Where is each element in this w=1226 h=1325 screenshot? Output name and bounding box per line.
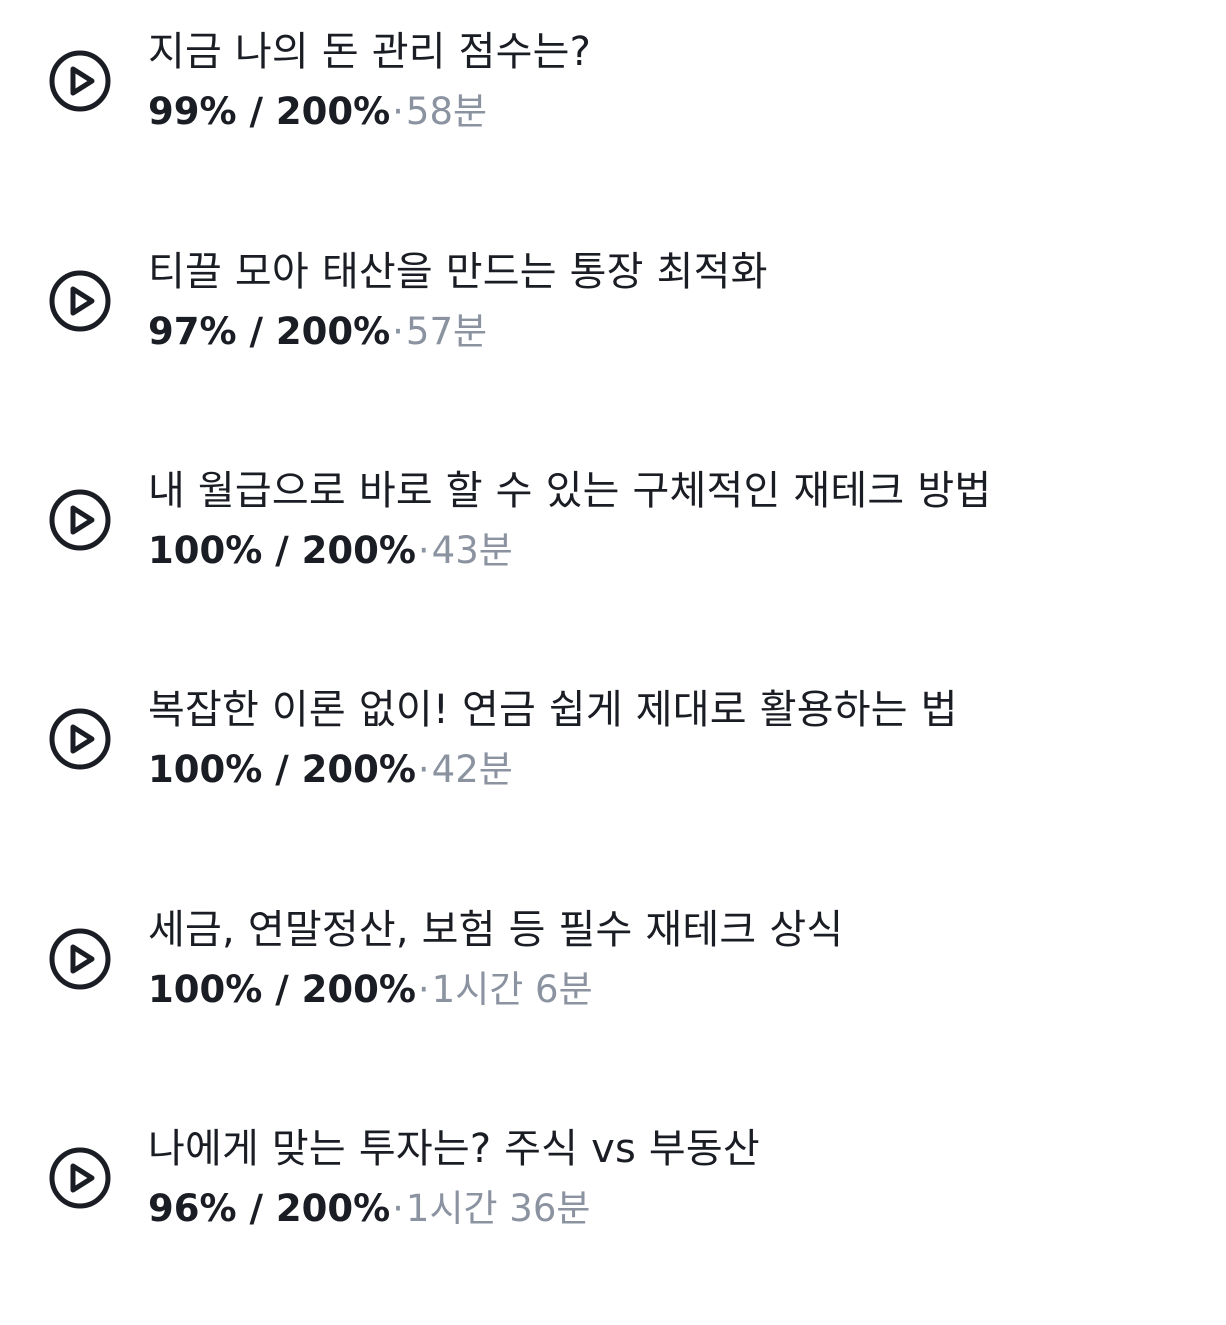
progress-text: 96% / 200% <box>148 1187 391 1230</box>
lesson-meta: 100% / 200%·42분 <box>148 746 513 794</box>
lesson-meta: 100% / 200%·1시간 6분 <box>148 966 593 1014</box>
play-button[interactable] <box>48 488 112 552</box>
progress-text: 100% / 200% <box>148 968 416 1011</box>
meta-separator: · <box>392 90 404 133</box>
lesson-meta: 96% / 200%·1시간 36분 <box>148 1185 590 1233</box>
play-circle-icon <box>49 928 111 990</box>
lesson-meta: 99% / 200%·58분 <box>148 88 487 136</box>
duration-text: 43분 <box>431 529 513 572</box>
lesson-meta: 97% / 200%·57분 <box>148 308 487 356</box>
play-circle-icon <box>49 1147 111 1209</box>
play-button[interactable] <box>48 1146 112 1210</box>
lesson-list: 지금 나의 돈 관리 점수는? 99% / 200%·58분 티끌 모아 태산을… <box>0 0 1226 1276</box>
play-circle-icon <box>49 270 111 332</box>
lesson-item[interactable]: 나에게 맞는 투자는? 주식 vs 부동산 96% / 200%·1시간 36분 <box>0 1125 1226 1325</box>
duration-text: 58분 <box>405 90 488 133</box>
lesson-item[interactable]: 티끌 모아 태산을 만드는 통장 최적화 97% / 200%·57분 <box>0 248 1226 448</box>
play-button[interactable] <box>48 927 112 991</box>
progress-text: 97% / 200% <box>148 310 391 353</box>
lesson-item[interactable]: 복잡한 이론 없이! 연금 쉽게 제대로 활용하는 법 100% / 200%·… <box>0 686 1226 886</box>
lesson-item[interactable]: 세금, 연말정산, 보험 등 필수 재테크 상식 100% / 200%·1시간… <box>0 906 1226 1106</box>
lesson-title: 복잡한 이론 없이! 연금 쉽게 제대로 활용하는 법 <box>148 687 958 733</box>
duration-text: 1시간 6분 <box>431 968 593 1011</box>
duration-text: 1시간 36분 <box>405 1187 591 1230</box>
lesson-title: 나에게 맞는 투자는? 주식 vs 부동산 <box>148 1126 760 1172</box>
play-button[interactable] <box>48 269 112 333</box>
lesson-title: 지금 나의 돈 관리 점수는? <box>148 29 592 75</box>
play-circle-icon <box>49 489 111 551</box>
lesson-title: 세금, 연말정산, 보험 등 필수 재테크 상식 <box>148 907 844 953</box>
lesson-item[interactable]: 지금 나의 돈 관리 점수는? 99% / 200%·58분 <box>0 28 1226 228</box>
progress-text: 100% / 200% <box>148 748 416 791</box>
play-circle-icon <box>49 50 111 112</box>
play-button[interactable] <box>48 49 112 113</box>
progress-text: 99% / 200% <box>148 90 391 133</box>
duration-text: 42분 <box>431 748 513 791</box>
play-circle-icon <box>49 708 111 770</box>
lesson-title: 티끌 모아 태산을 만드는 통장 최적화 <box>148 249 768 295</box>
duration-text: 57분 <box>405 310 488 353</box>
meta-separator: · <box>417 748 430 791</box>
lesson-title: 내 월급으로 바로 할 수 있는 구체적인 재테크 방법 <box>148 468 992 514</box>
meta-separator: · <box>392 310 404 353</box>
play-button[interactable] <box>48 707 112 771</box>
lesson-item[interactable]: 내 월급으로 바로 할 수 있는 구체적인 재테크 방법 100% / 200%… <box>0 467 1226 667</box>
meta-separator: · <box>417 529 430 572</box>
progress-text: 100% / 200% <box>148 529 416 572</box>
lesson-meta: 100% / 200%·43분 <box>148 527 513 575</box>
meta-separator: · <box>392 1187 404 1230</box>
meta-separator: · <box>417 968 430 1011</box>
